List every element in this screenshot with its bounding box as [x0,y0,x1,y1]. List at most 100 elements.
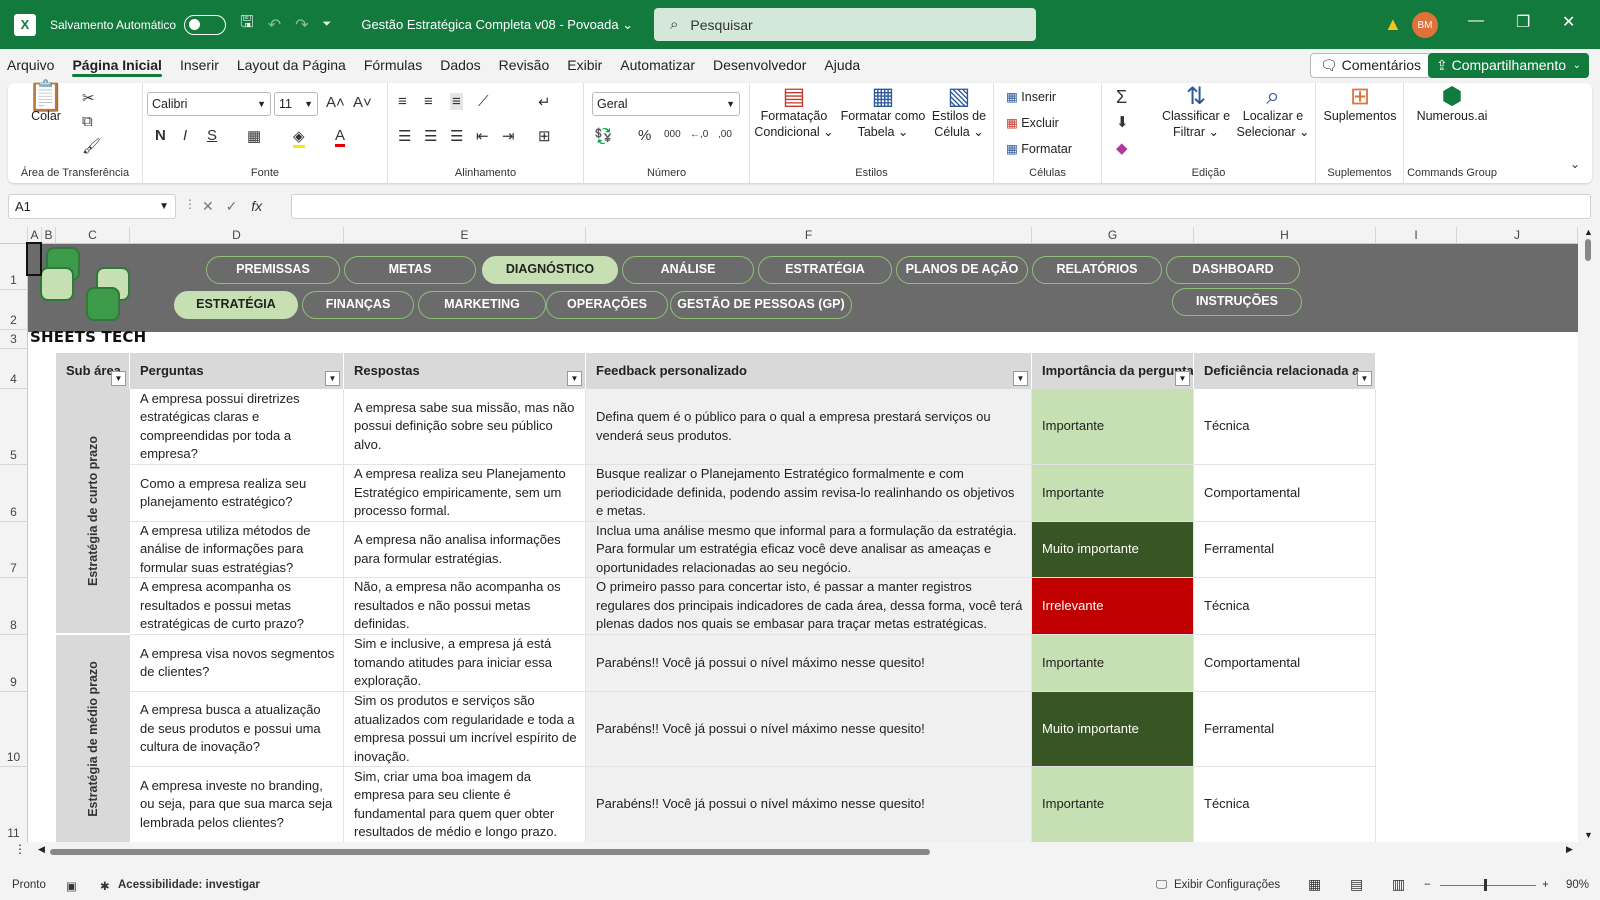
importance-cell[interactable]: Muito importante [1032,692,1194,767]
column-header-c[interactable]: C [56,227,130,244]
font-size-select[interactable]: 11 ▼ [274,92,318,116]
column-header-i[interactable]: I [1376,227,1457,244]
align-bottom-icon[interactable]: ≡ [450,93,463,110]
answer-cell[interactable]: Sim os produtos e serviços são atualizad… [344,692,586,767]
nav-instrucoes[interactable]: INSTRUÇÕES [1172,288,1302,316]
copy-icon[interactable]: ⧉ [82,113,93,130]
answer-cell[interactable]: A empresa sabe sua missão, mas não possu… [344,389,586,465]
row-header-1[interactable]: 1 [0,244,28,290]
row-header-9[interactable]: 9 [0,635,28,692]
answer-cell[interactable]: Sim e inclusive, a empresa já está toman… [344,635,586,692]
fill-color-icon[interactable]: ◈ [293,127,305,148]
tab-arquivo[interactable]: Arquivo [0,49,63,81]
scroll-down-icon[interactable]: ▼ [1584,830,1593,840]
cut-icon[interactable]: ✂ [82,89,95,107]
addins-button[interactable]: ⊞ Suplementos [1320,85,1400,124]
restore-icon[interactable]: ❐ [1516,12,1530,32]
sort-filter-button[interactable]: ⇅ Classificar e Filtrar ⌄ [1160,85,1232,140]
tab-dados[interactable]: Dados [431,49,489,81]
deficiency-cell[interactable]: Ferramental [1194,692,1376,767]
paste-button[interactable]: 📋 Colar [26,82,66,124]
feedback-cell[interactable]: Parabéns!! Você já possui o nível máximo… [586,635,1032,692]
increase-indent-icon[interactable]: ⇥ [502,127,515,145]
macro-icon[interactable]: ▣ [66,879,77,893]
tab-pagina-inicial[interactable]: Página Inicial [63,49,170,81]
nav-relatorios[interactable]: RELATÓRIOS [1032,256,1162,284]
display-settings[interactable]: Exibir Configurações [1174,879,1280,891]
subarea-cell[interactable]: Estratégia de médio prazo [56,635,130,842]
nav-diagnostico[interactable]: DIAGNÓSTICO [482,256,618,284]
normal-view-icon[interactable]: ▦ [1308,876,1321,893]
column-header-g[interactable]: G [1032,227,1194,244]
delete-cells-button[interactable]: ▦ Excluir [1006,115,1059,130]
format-as-table-button[interactable]: ▦ Formatar como Tabela ⌄ [838,85,928,140]
underline-icon[interactable]: S [207,127,217,144]
row-header-4[interactable]: 4 [0,349,28,389]
page-layout-view-icon[interactable]: ▤ [1350,876,1363,893]
feedback-cell[interactable]: Parabéns!! Você já possui o nível máximo… [586,692,1032,767]
customize-qat-icon[interactable]: ⏷ [323,18,332,31]
row-header-8[interactable]: 8 [0,578,28,635]
align-right-icon[interactable]: ☰ [450,127,463,145]
subnav-marketing[interactable]: MARKETING [418,291,546,319]
clear-icon[interactable]: ◆ [1116,139,1128,157]
comments-button[interactable]: 🗨 Comentários [1310,53,1432,78]
row-header-6[interactable]: 6 [0,465,28,522]
horizontal-scrollbar[interactable]: ⋮ ◀ ▶ [0,842,1600,860]
deficiency-cell[interactable]: Técnica [1194,389,1376,465]
row-header-3[interactable]: 3 [0,330,28,349]
feedback-cell[interactable]: O primeiro passo para concertar isto, é … [586,578,1032,635]
subnav-operacoes[interactable]: OPERAÇÕES [546,291,668,319]
nav-premissas[interactable]: PREMISSAS [206,256,340,284]
importance-cell[interactable]: Irrelevante [1032,578,1194,635]
importance-cell[interactable]: Importante [1032,465,1194,522]
filter-dropdown-icon[interactable]: ▼ [1013,371,1028,386]
tab-exibir[interactable]: Exibir [558,49,611,81]
bold-icon[interactable]: N [155,127,166,144]
decrease-font-icon[interactable]: A˅ [353,94,372,111]
horizontal-scroll-thumb[interactable] [50,849,930,855]
conditional-formatting-button[interactable]: ▤ Formatação Condicional ⌄ [754,85,834,140]
selected-cell-a1[interactable] [26,242,42,276]
share-button[interactable]: ⇪ Compartilhamento ⌄ [1428,53,1589,78]
answer-cell[interactable]: Sim, criar uma boa imagem da empresa par… [344,767,586,842]
zoom-in-icon[interactable]: + [1542,879,1549,891]
filter-dropdown-icon[interactable]: ▼ [111,371,126,386]
tab-desenvolvedor[interactable]: Desenvolvedor [704,49,815,81]
tab-revisao[interactable]: Revisão [490,49,559,81]
question-cell[interactable]: A empresa possui diretrizes estratégicas… [130,389,344,465]
tab-automatizar[interactable]: Automatizar [611,49,704,81]
number-format-select[interactable]: Geral ▼ [592,92,740,116]
question-cell[interactable]: A empresa acompanha os resultados e poss… [130,578,344,635]
increase-font-icon[interactable]: A˄ [326,94,345,111]
tab-layout[interactable]: Layout da Página [228,49,355,81]
merge-center-icon[interactable]: ⊞ [538,127,551,145]
accessibility-status[interactable]: Acessibilidade: investigar [118,879,260,891]
question-cell[interactable]: A empresa utiliza métodos de análise de … [130,522,344,578]
warning-icon[interactable]: ▲ [1384,14,1402,35]
close-icon[interactable]: ✕ [1562,12,1575,32]
vertical-scrollbar[interactable]: ▲ ▼ [1578,227,1600,842]
subnav-gestao-de-pessoas[interactable]: GESTÃO DE PESSOAS (GP) [670,291,852,319]
enter-icon[interactable]: ✓ [226,198,238,214]
column-header-h[interactable]: H [1194,227,1376,244]
minimize-icon[interactable]: — [1468,12,1484,30]
tab-formulas[interactable]: Fórmulas [355,49,431,81]
feedback-cell[interactable]: Defina quem é o público para o qual a em… [586,389,1032,465]
question-cell[interactable]: A empresa busca a atualização de seus pr… [130,692,344,767]
italic-icon[interactable]: I [183,127,187,144]
zoom-slider-thumb[interactable] [1484,879,1487,891]
feedback-cell[interactable]: Parabéns!! Você já possui o nível máximo… [586,767,1032,842]
column-header-e[interactable]: E [344,227,586,244]
subarea-cell[interactable]: Estratégia de curto prazo [56,389,130,635]
cancel-icon[interactable]: ✕ [202,198,214,214]
cell-styles-button[interactable]: ▧ Estilos de Célula ⌄ [930,85,988,140]
importance-cell[interactable]: Importante [1032,389,1194,465]
numerous-ai-button[interactable]: ⬢ Numerous.ai [1408,85,1496,124]
currency-icon[interactable]: 💱 [594,127,613,145]
page-break-view-icon[interactable]: ▥ [1392,876,1405,893]
orientation-icon[interactable]: ⟋ [478,93,489,110]
subnav-financas[interactable]: FINANÇAS [302,291,414,319]
undo-icon[interactable]: ↶ [268,15,281,35]
decrease-decimal-icon[interactable]: ,00 [718,129,732,140]
